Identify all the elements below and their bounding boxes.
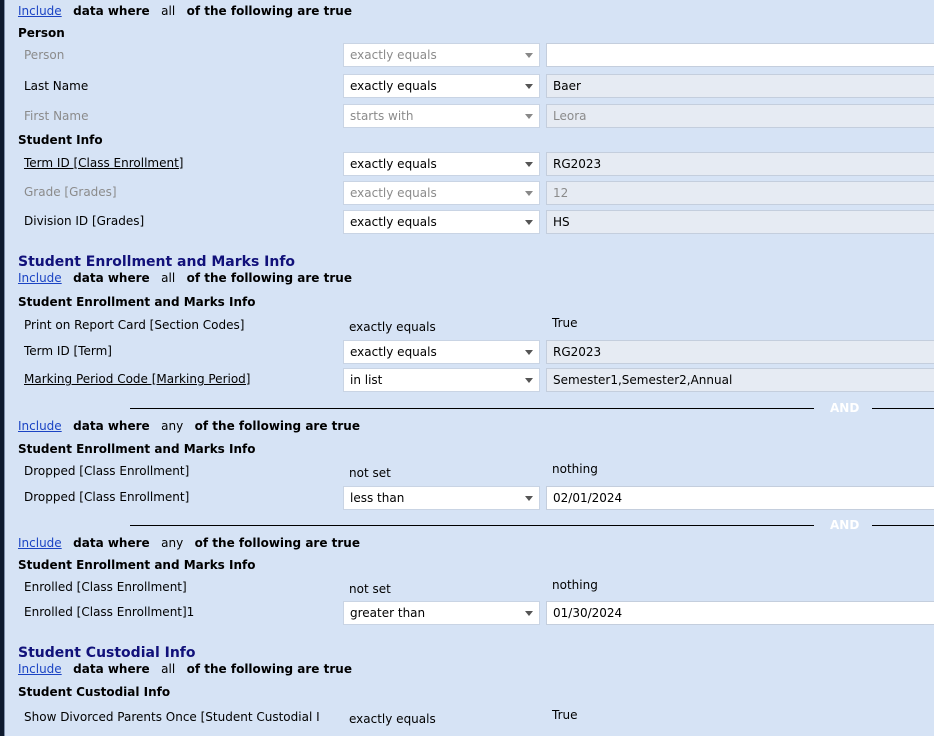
operator-dropdown-first-name[interactable]: starts with: [343, 104, 540, 128]
operator-dropdown-grade[interactable]: exactly equals: [343, 181, 540, 205]
data-where-text: data where: [73, 536, 150, 550]
group-header-enrollment-marks: Student Enrollment and Marks Info: [18, 295, 256, 309]
operator-text: exactly equals: [350, 157, 437, 171]
value-static-enrolled: nothing: [552, 578, 598, 592]
include-link[interactable]: Include: [18, 419, 62, 433]
include-link[interactable]: Include: [18, 271, 62, 285]
mode-all[interactable]: all: [161, 4, 175, 18]
group-header-dropped: Student Enrollment and Marks Info: [18, 442, 256, 456]
data-where-text: data where: [73, 419, 150, 433]
value-field-first-name[interactable]: Leora: [546, 104, 934, 128]
field-person: Person: [24, 48, 65, 62]
field-last-name: Last Name: [24, 79, 89, 93]
chevron-down-icon: [525, 191, 533, 196]
value-static-print: True: [552, 316, 578, 330]
value-field-term-id-term[interactable]: RG2023: [546, 340, 934, 364]
mode-all[interactable]: all: [161, 271, 175, 285]
section-title-custodial: Student Custodial Info: [18, 645, 196, 661]
operator-text: exactly equals: [350, 48, 437, 62]
operator-text: in list: [350, 373, 383, 387]
field-term-id-class-enrollment[interactable]: Term ID [Class Enrollment]: [24, 156, 184, 170]
operator-static-dropped: not set: [349, 466, 391, 480]
chevron-down-icon: [525, 611, 533, 616]
chevron-down-icon: [525, 220, 533, 225]
following-true-text: of the following are true: [186, 271, 352, 285]
operator-dropdown-term-id-term[interactable]: exactly equals: [343, 340, 540, 364]
criteria-line-1: Include data where all of the following …: [18, 4, 352, 18]
operator-text: exactly equals: [350, 215, 437, 229]
following-true-text: of the following are true: [194, 419, 360, 433]
operator-dropdown-term-id[interactable]: exactly equals: [343, 152, 540, 176]
field-term-id-term: Term ID [Term]: [24, 344, 112, 358]
field-dropped-not-set: Dropped [Class Enrollment]: [24, 464, 190, 478]
value-field-enrolled-date[interactable]: 01/30/2024: [546, 601, 934, 625]
field-grade: Grade [Grades]: [24, 185, 117, 199]
field-enrolled-greater-than: Enrolled [Class Enrollment]1: [24, 605, 195, 619]
operator-dropdown-marking-period[interactable]: in list: [343, 368, 540, 392]
include-link[interactable]: Include: [18, 4, 62, 18]
field-print-on-report-card: Print on Report Card [Section Codes]: [24, 318, 245, 332]
chevron-down-icon: [525, 350, 533, 355]
section-title-enrollment-marks: Student Enrollment and Marks Info: [18, 254, 296, 270]
operator-dropdown-dropped[interactable]: less than: [343, 486, 540, 510]
group-header-student-info: Student Info: [18, 133, 103, 147]
field-first-name: First Name: [24, 109, 89, 123]
chevron-down-icon: [525, 378, 533, 383]
operator-static-print: exactly equals: [349, 320, 436, 334]
value-field-division-id[interactable]: HS: [546, 210, 934, 234]
group-header-person: Person: [18, 26, 65, 40]
include-link[interactable]: Include: [18, 662, 62, 676]
operator-dropdown-enrolled[interactable]: greater than: [343, 601, 540, 625]
criteria-line-section2: Include data where all of the following …: [18, 271, 352, 285]
field-dropped-less-than: Dropped [Class Enrollment]: [24, 490, 190, 504]
chevron-down-icon: [525, 53, 533, 58]
data-where-text: data where: [73, 4, 150, 18]
and-label: AND: [830, 401, 860, 415]
following-true-text: of the following are true: [186, 662, 352, 676]
chevron-down-icon: [525, 84, 533, 89]
data-where-text: data where: [73, 271, 150, 285]
field-marking-period-code[interactable]: Marking Period Code [Marking Period]: [24, 372, 250, 386]
operator-text: greater than: [350, 606, 426, 620]
include-link[interactable]: Include: [18, 536, 62, 550]
operator-static-enrolled: not set: [349, 582, 391, 596]
operator-text: starts with: [350, 109, 414, 123]
mode-all[interactable]: all: [161, 662, 175, 676]
value-field-term-id[interactable]: RG2023: [546, 152, 934, 176]
field-division-id: Division ID [Grades]: [24, 214, 145, 228]
field-show-divorced-parents: Show Divorced Parents Once [Student Cust…: [24, 710, 320, 724]
group-header-enrolled: Student Enrollment and Marks Info: [18, 558, 256, 572]
operator-dropdown-division-id[interactable]: exactly equals: [343, 210, 540, 234]
operator-static-custodial: exactly equals: [349, 712, 436, 726]
chevron-down-icon: [525, 162, 533, 167]
criteria-line-enrolled: Include data where any of the following …: [18, 536, 360, 550]
value-field-dropped-date[interactable]: 02/01/2024: [546, 486, 934, 510]
data-where-text: data where: [73, 662, 150, 676]
value-field-marking-period[interactable]: Semester1,Semester2,Annual: [546, 368, 934, 392]
criteria-line-dropped: Include data where any of the following …: [18, 419, 360, 433]
operator-text: exactly equals: [350, 79, 437, 93]
operator-text: exactly equals: [350, 345, 437, 359]
left-border-highlight: [4, 0, 5, 736]
following-true-text: of the following are true: [194, 536, 360, 550]
value-field-grade[interactable]: 12: [546, 181, 934, 205]
and-label: AND: [830, 518, 860, 532]
operator-text: less than: [350, 491, 405, 505]
mode-any[interactable]: any: [161, 419, 183, 433]
operator-text: exactly equals: [350, 186, 437, 200]
chevron-down-icon: [525, 114, 533, 119]
value-field-last-name[interactable]: Baer: [546, 74, 934, 98]
value-static-dropped: nothing: [552, 462, 598, 476]
chevron-down-icon: [525, 496, 533, 501]
mode-any[interactable]: any: [161, 536, 183, 550]
value-field-person[interactable]: [546, 43, 934, 67]
operator-dropdown-last-name[interactable]: exactly equals: [343, 74, 540, 98]
group-header-custodial: Student Custodial Info: [18, 685, 171, 699]
value-static-custodial: True: [552, 708, 578, 722]
field-enrolled-not-set: Enrolled [Class Enrollment]: [24, 580, 187, 594]
following-true-text: of the following are true: [186, 4, 352, 18]
criteria-line-custodial: Include data where all of the following …: [18, 662, 352, 676]
operator-dropdown-person[interactable]: exactly equals: [343, 43, 540, 67]
